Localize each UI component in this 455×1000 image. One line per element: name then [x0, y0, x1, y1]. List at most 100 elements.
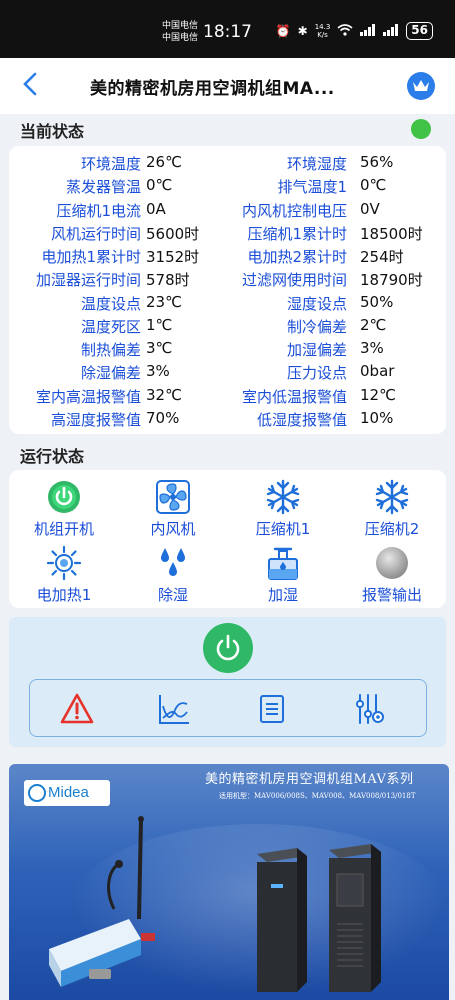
status-row: 高湿度报警值 70% 低湿度报警值 10%	[9, 406, 446, 429]
run-item-label: 内风机	[150, 520, 196, 538]
carrier-1: 中国电信	[162, 21, 199, 31]
status-row: 温度设点 23℃ 湿度设点 50%	[9, 290, 446, 313]
bluetooth-icon: ✱	[297, 24, 308, 38]
current-status-title: 当前状态	[20, 122, 85, 141]
param-label: 高湿度报警值	[50, 411, 141, 429]
network-speed: 14.3 K/s	[314, 23, 331, 39]
carrier-2: 中国电信	[162, 33, 199, 43]
param-value: 32℃	[146, 386, 182, 404]
alarm-warning-icon	[60, 693, 94, 724]
battery-indicator: 56	[406, 22, 433, 40]
run-item-label: 加湿	[267, 586, 298, 604]
run-item-alarm-output: 报警输出	[342, 544, 442, 605]
trend-chart-icon	[159, 695, 189, 724]
wifi-icon	[337, 23, 353, 39]
chevron-left-icon	[23, 72, 37, 96]
run-item-compressor-1: 压缩机1	[233, 478, 333, 539]
page-title: 美的精密机房用空调机组MA...	[90, 79, 335, 99]
status-row: 加湿器运行时间 578时 过滤网使用时间 18790时	[9, 266, 446, 289]
param-label: 室内低温报警值	[241, 388, 347, 406]
param-label: 低湿度报警值	[256, 411, 347, 429]
power-icon	[216, 634, 240, 661]
run-item-unit-on: 机组开机	[14, 478, 114, 539]
param-value: 18500时	[360, 225, 423, 243]
settings-sliders-icon	[356, 694, 384, 724]
alarm-clock-icon: ⏰	[275, 24, 291, 38]
system-status-bar: 中国电信 中国电信 18:17 ⏰ ✱ 14.3 K/s 56	[0, 0, 455, 58]
param-value: 50%	[360, 293, 394, 311]
param-value: 254时	[360, 248, 404, 266]
alarm-off-icon	[376, 547, 408, 579]
snowflake-icon	[266, 479, 300, 515]
param-label: 风机运行时间	[50, 225, 141, 243]
param-label: 加湿偏差	[286, 341, 347, 359]
param-label: 湿度设点	[286, 295, 347, 313]
param-label: 环境温度	[80, 155, 141, 173]
param-label: 压力设点	[286, 364, 347, 382]
param-value: 56%	[360, 153, 394, 171]
carrier-info: 中国电信 中国电信	[162, 20, 198, 44]
param-value: 3%	[146, 362, 170, 380]
run-item-label: 除湿	[157, 586, 188, 604]
snowflake-icon	[375, 479, 409, 515]
banner-title: 美的精密机房用空调机组MAV系列	[205, 772, 414, 787]
param-label: 温度死区	[80, 318, 141, 336]
document-list-icon	[260, 695, 284, 723]
param-value: 26℃	[146, 153, 182, 171]
param-value: 2℃	[360, 316, 387, 334]
trend-chart-button[interactable]	[157, 692, 191, 726]
param-value: 1℃	[146, 316, 173, 334]
logo-mark-icon	[28, 784, 46, 802]
signal-2-icon	[383, 23, 399, 39]
sun-icon	[46, 545, 82, 581]
status-row: 压缩机1电流 0A 内风机控制电压 0V	[9, 197, 446, 220]
run-item-heater-1: 电加热1	[14, 544, 114, 605]
param-label: 除湿偏差	[80, 364, 141, 382]
run-status-title: 运行状态	[20, 447, 85, 466]
online-status-indicator	[411, 119, 431, 139]
param-label: 制冷偏差	[286, 318, 347, 336]
status-row: 电加热1累计时 3152时 电加热2累计时 254时	[9, 243, 446, 266]
param-label: 蒸发器管温	[65, 178, 141, 196]
run-item-label: 电加热1	[36, 586, 92, 604]
signal-icon	[360, 23, 376, 39]
run-item-dehumidify: 除湿	[123, 544, 223, 605]
param-label: 排气温度1	[277, 178, 347, 196]
product-banner[interactable]: Midea 美的精密机房用空调机组MAV系列 适用机型：MAV006/008S、…	[9, 764, 449, 1000]
param-value: 3152时	[146, 248, 200, 266]
param-value: 0A	[146, 200, 166, 218]
param-value: 3%	[360, 339, 384, 357]
param-value: 0bar	[360, 362, 395, 380]
back-button[interactable]	[22, 72, 38, 101]
document-button[interactable]	[255, 692, 289, 726]
run-item-indoor-fan: 内风机	[123, 478, 223, 539]
param-label: 制热偏差	[80, 341, 141, 359]
status-row: 风机运行时间 5600时 压缩机1累计时 18500时	[9, 220, 446, 243]
param-value: 0V	[360, 200, 380, 218]
param-value: 70%	[146, 409, 180, 427]
param-value: 3℃	[146, 339, 173, 357]
status-row: 温度死区 1℃ 制冷偏差 2℃	[9, 313, 446, 336]
clock: 18:17	[203, 22, 252, 42]
param-value: 0℃	[146, 176, 173, 194]
function-toolbar	[29, 679, 427, 737]
param-value: 23℃	[146, 293, 182, 311]
run-item-label: 报警输出	[361, 586, 422, 604]
power-button[interactable]	[203, 623, 253, 673]
run-item-label: 机组开机	[33, 520, 94, 538]
run-item-label: 压缩机2	[364, 520, 420, 538]
param-value: 10%	[360, 409, 394, 427]
settings-button[interactable]	[353, 692, 387, 726]
alarm-button[interactable]	[60, 692, 94, 726]
param-value: 0℃	[360, 176, 387, 194]
droplets-icon	[161, 548, 185, 576]
param-value: 18790时	[360, 271, 423, 289]
run-item-humidify: 加湿	[233, 544, 333, 605]
app-header: 美的精密机房用空调机组MA...	[0, 58, 455, 114]
param-value: 12℃	[360, 386, 396, 404]
param-label: 室内高温报警值	[35, 388, 141, 406]
status-row: 除湿偏差 3% 压力设点 0bar	[9, 359, 446, 382]
vip-button[interactable]	[407, 72, 435, 100]
param-label: 电加热2累计时	[247, 248, 347, 266]
gateway-device-image	[49, 816, 155, 987]
